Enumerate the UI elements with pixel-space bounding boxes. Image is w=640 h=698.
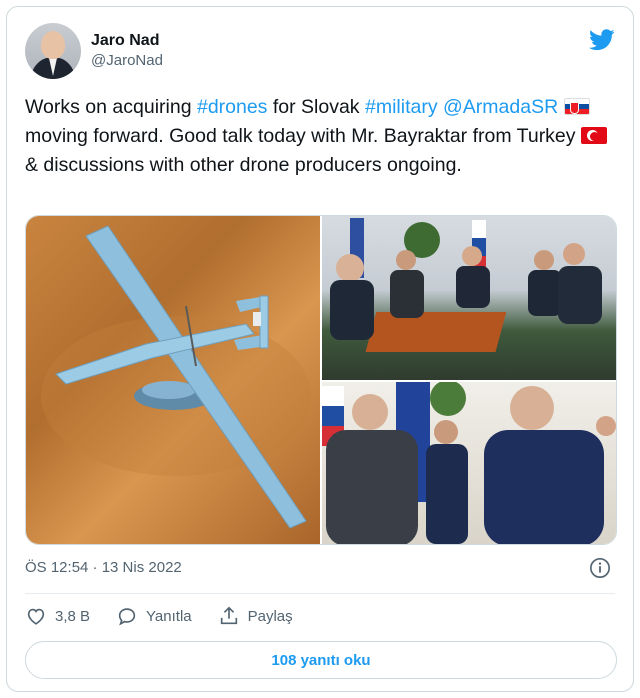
drone-model-photo[interactable]: [26, 216, 320, 544]
tweet-text: Works on acquiring #drones for Slovak #m…: [25, 93, 617, 180]
read-replies-button[interactable]: 108 yanıtı oku: [25, 641, 617, 679]
hashtag-military[interactable]: #military: [365, 96, 438, 118]
tweet-card: Jaro Nad @JaroNad Works on acquiring #dr…: [6, 6, 634, 692]
turkey-flag-icon: [580, 127, 607, 144]
avatar[interactable]: [25, 23, 81, 79]
divider: [25, 593, 615, 594]
media-grid: [25, 215, 617, 545]
handshake-photo[interactable]: [322, 382, 616, 544]
like-action[interactable]: 3,8 B: [25, 605, 90, 627]
mention-armadasr[interactable]: @ArmadaSR: [443, 96, 558, 118]
tweet-header: Jaro Nad @JaroNad: [25, 23, 163, 79]
reply-label: Yanıtla: [146, 607, 192, 625]
meeting-photo[interactable]: [322, 216, 616, 380]
tweet-timestamp[interactable]: ÖS 12:54 · 13 Nis 2022: [25, 559, 182, 576]
author-display-name[interactable]: Jaro Nad: [91, 31, 163, 51]
tweet-actions: 3,8 B Yanıtla Paylaş: [25, 605, 319, 627]
share-label: Paylaş: [247, 607, 293, 625]
like-count: 3,8 B: [55, 607, 91, 625]
reply-icon: [118, 608, 136, 626]
twitter-icon[interactable]: [589, 29, 615, 51]
info-icon[interactable]: [589, 557, 611, 579]
slovakia-flag-icon: [563, 98, 590, 115]
hashtag-drones[interactable]: #drones: [197, 96, 267, 118]
drone-illustration: [41, 225, 311, 529]
share-icon: [220, 606, 237, 625]
heart-icon: [27, 608, 45, 625]
author-handle[interactable]: @JaroNad: [91, 51, 163, 71]
reply-action[interactable]: Yanıtla: [116, 605, 192, 627]
share-action[interactable]: Paylaş: [218, 605, 293, 627]
author-names: Jaro Nad @JaroNad: [91, 31, 163, 71]
